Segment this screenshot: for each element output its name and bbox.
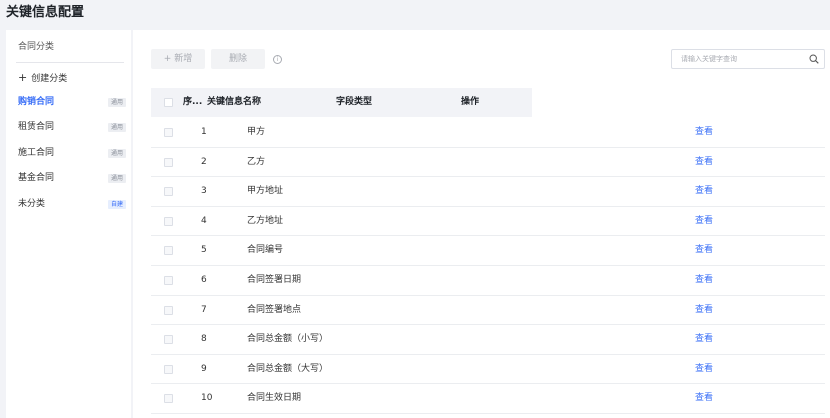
row-index: 2 [201, 156, 207, 167]
row-index: 6 [201, 275, 207, 285]
view-link[interactable]: 查看 [695, 266, 713, 295]
view-link[interactable]: 查看 [695, 236, 713, 265]
view-link[interactable]: 查看 [695, 384, 713, 413]
table-row: 10 合同生效日期 查看 [151, 384, 825, 414]
delete-button[interactable]: 删除 [211, 49, 265, 69]
category-badge: 通用 [107, 174, 126, 183]
column-header-action: 操作 [461, 97, 480, 107]
plus-icon: + [18, 71, 28, 84]
search-input[interactable] [672, 50, 802, 68]
table-row: 7 合同签署地点 查看 [151, 296, 825, 326]
table-row: 1 甲方 查看 [151, 118, 825, 148]
view-link[interactable]: 查看 [695, 355, 713, 384]
row-checkbox[interactable] [164, 128, 173, 137]
row-index: 1 [201, 127, 207, 137]
sidebar-item-label: 租赁合同 [18, 122, 55, 132]
row-name: 甲方 [247, 127, 266, 137]
row-index: 8 [201, 334, 207, 345]
sidebar-item-label: 施工合同 [18, 148, 55, 158]
row-index: 3 [201, 186, 207, 197]
row-index: 7 [201, 304, 207, 315]
view-link[interactable]: 查看 [695, 148, 713, 177]
sidebar-divider [16, 62, 124, 63]
title-bar: 关键信息配置 [0, 0, 830, 30]
table-row: 3 甲方地址 查看 [151, 177, 825, 207]
row-index: 10 [201, 393, 213, 404]
row-name: 乙方 [247, 156, 266, 167]
sidebar-heading: 合同分类 [18, 42, 55, 52]
column-header-type: 字段类型 [336, 97, 373, 107]
column-header-name: 关键信息名称 [207, 97, 262, 107]
row-checkbox[interactable] [164, 187, 173, 197]
row-checkbox[interactable] [164, 157, 173, 167]
search-icon[interactable] [809, 54, 819, 64]
sidebar-item-fund[interactable]: 基金合同 通用 [18, 171, 126, 185]
create-category-label: 创建分类 [31, 74, 68, 84]
row-name: 合同签署地点 [247, 304, 302, 315]
table-header: 序... 关键信息名称 字段类型 操作 [151, 88, 532, 117]
select-all-checkbox[interactable] [164, 98, 173, 107]
sidebar-item-uncategorized[interactable]: 未分类 自建 [18, 197, 126, 211]
category-sidebar: 合同分类 + 创建分类 购销合同 通用 租赁合同 通用 施工合同 通用 基金合同 … [6, 30, 131, 418]
table-row: 2 乙方 查看 [151, 148, 825, 178]
row-name: 乙方地址 [247, 215, 284, 226]
row-name: 合同签署日期 [247, 275, 302, 285]
category-badge: 自建 [107, 200, 126, 209]
row-name: 甲方地址 [247, 186, 284, 197]
sidebar-item-label: 基金合同 [18, 173, 55, 183]
category-badge: 通用 [107, 98, 126, 107]
row-name: 合同总金额（大写） [247, 363, 329, 374]
view-link[interactable]: 查看 [695, 118, 713, 147]
row-checkbox[interactable] [164, 216, 173, 226]
view-link[interactable]: 查看 [695, 296, 713, 325]
row-name: 合同总金额（小写） [247, 334, 329, 345]
sidebar-item-lease[interactable]: 租赁合同 通用 [18, 120, 126, 134]
row-name: 合同编号 [247, 245, 284, 256]
category-badge: 通用 [107, 149, 126, 158]
row-checkbox[interactable] [164, 364, 173, 374]
row-name: 合同生效日期 [247, 393, 302, 404]
create-category-button[interactable]: + 创建分类 [18, 72, 67, 85]
table-row: 8 合同总金额（小写） 查看 [151, 325, 825, 355]
view-link[interactable]: 查看 [695, 207, 713, 236]
table-row: 4 乙方地址 查看 [151, 207, 825, 237]
row-checkbox[interactable] [164, 276, 173, 285]
view-link[interactable]: 查看 [695, 177, 713, 206]
view-link[interactable]: 查看 [695, 325, 713, 354]
search-box [671, 49, 825, 69]
info-icon[interactable]: i [273, 55, 282, 64]
page-title: 关键信息配置 [6, 5, 85, 20]
row-checkbox[interactable] [164, 305, 173, 315]
table-row: 6 合同签署日期 查看 [151, 266, 825, 296]
row-index: 9 [201, 363, 207, 374]
sidebar-item-label: 购销合同 [18, 97, 55, 107]
row-checkbox[interactable] [164, 394, 173, 404]
sidebar-item-construction[interactable]: 施工合同 通用 [18, 146, 126, 160]
main-panel: + 新增 删除 i 序... 关键信息名称 字段类型 操作 1 甲方 查看 2 … [133, 30, 830, 418]
column-header-index: 序... [183, 97, 203, 107]
row-index: 5 [201, 245, 207, 256]
row-checkbox[interactable] [164, 335, 173, 345]
sidebar-item-purchase-sales[interactable]: 购销合同 通用 [18, 95, 126, 109]
table-row: 5 合同编号 查看 [151, 236, 825, 266]
category-badge: 通用 [107, 123, 126, 132]
row-checkbox[interactable] [164, 246, 173, 256]
add-button[interactable]: + 新增 [151, 49, 205, 69]
sidebar-item-label: 未分类 [18, 199, 46, 209]
row-index: 4 [201, 215, 207, 226]
table-row: 9 合同总金额（大写） 查看 [151, 355, 825, 385]
